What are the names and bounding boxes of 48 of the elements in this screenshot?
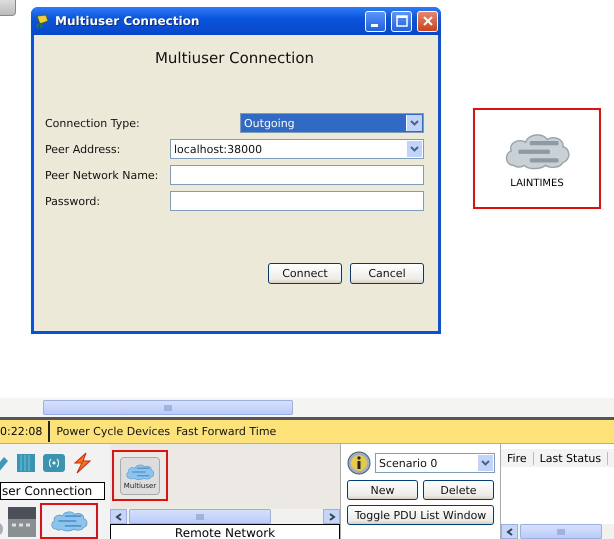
close-icon	[422, 15, 434, 27]
lightning-icon[interactable]	[72, 452, 92, 474]
field-label: Peer Network Name:	[45, 168, 160, 182]
grip-icon	[557, 528, 565, 534]
close-button[interactable]	[417, 10, 438, 32]
scrollbar-thumb[interactable]	[520, 524, 602, 539]
dialog-heading: Multiuser Connection	[154, 49, 316, 67]
dropdown[interactable]: localhost:38000	[170, 139, 424, 159]
scroll-left-button[interactable]	[110, 509, 127, 524]
input-field[interactable]	[170, 191, 424, 211]
dialog-button[interactable]: Cancel	[350, 263, 424, 284]
column-header[interactable]: Fire	[501, 452, 534, 464]
minimize-button[interactable]	[365, 10, 386, 32]
scrollbar-thumb[interactable]	[129, 509, 271, 524]
field-label: Password:	[45, 194, 102, 208]
switch-icon[interactable]	[6, 505, 38, 539]
scrollbar-thumb[interactable]	[43, 400, 293, 415]
column-header[interactable]: Last Status	[534, 452, 608, 464]
toolbar-link[interactable]: Power Cycle Devices	[50, 425, 170, 438]
selected-device[interactable]: LAINTIMES	[473, 108, 601, 209]
wireless-icon[interactable]	[42, 453, 66, 473]
grip-icon	[196, 514, 204, 520]
device-type-label: ser Connection	[0, 482, 105, 500]
scroll-left-button[interactable]	[501, 524, 518, 539]
dropdown[interactable]: Outgoing	[240, 113, 424, 133]
device-label: LAINTIMES	[510, 178, 564, 189]
switch-icon[interactable]	[16, 453, 36, 473]
toggle-pdu-button[interactable]: Toggle PDU List Window	[347, 505, 494, 525]
app-icon	[34, 13, 50, 29]
time-display: 0:22:08	[0, 421, 50, 442]
selected-device-tile[interactable]	[40, 503, 98, 539]
input-field[interactable]	[170, 165, 424, 185]
maximize-icon	[396, 15, 408, 27]
field-label: Connection Type:	[45, 116, 141, 130]
scenario-button[interactable]: Delete	[423, 480, 494, 500]
field-label: Peer Address:	[45, 142, 122, 156]
window-title: Multiuser Connection	[55, 14, 200, 28]
scenario-dropdown[interactable]: Scenario 0	[375, 453, 495, 473]
scroll-right-button[interactable]	[323, 509, 340, 524]
maximize-button[interactable]	[391, 10, 412, 32]
info-icon[interactable]	[347, 451, 371, 475]
grip-icon	[164, 404, 172, 410]
cloud-icon[interactable]	[125, 462, 155, 482]
toolbar-link[interactable]: Fast Forward Time	[170, 425, 276, 438]
dialog-button[interactable]: Connect	[268, 263, 342, 284]
scenario-button[interactable]: New	[347, 480, 418, 500]
device-list-title: Remote Network	[110, 524, 340, 539]
minimize-icon	[370, 24, 378, 26]
